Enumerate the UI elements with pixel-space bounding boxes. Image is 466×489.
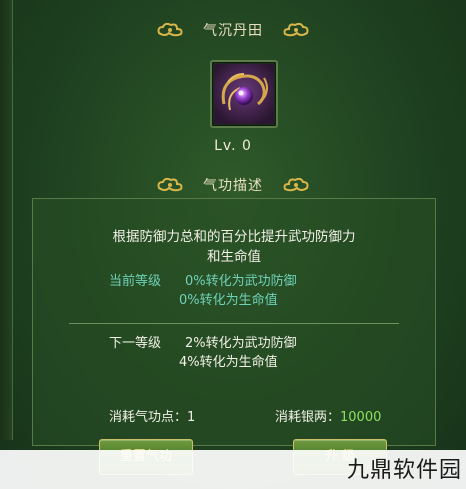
silver-cost-label: 消耗银两： [275, 410, 341, 425]
divider [69, 323, 399, 324]
qigong-cost-label: 消耗气功点： [109, 410, 188, 425]
description-text: 根据防御力总和的百分比提升武功防御力 和生命值 [33, 227, 435, 267]
watermark-text: 九鼎软件园 [346, 458, 462, 483]
cloud-ornament-icon [155, 21, 185, 39]
left-rail [0, 0, 13, 440]
description-title: 气功描述 [203, 178, 263, 194]
skill-title-header: 气沉丹田 [0, 15, 466, 45]
qigong-cost-value: 1 [187, 410, 196, 425]
cloud-ornament-icon [281, 21, 311, 39]
next-level-effect-2: 4%转化为生命值 [179, 355, 278, 370]
next-level-effect-1: 2%转化为武功防御 [185, 336, 297, 351]
watermark-banner: 九鼎软件园 [0, 450, 466, 489]
swirl-orb-icon [214, 64, 274, 124]
skill-panel: 气沉丹田 Lv. 0 气功描述 根据防御力总和的百分比提升武功防御力 和生命值 … [0, 0, 466, 489]
skill-name-title: 气沉丹田 [203, 23, 263, 39]
description-header: 气功描述 [0, 170, 466, 200]
current-level-effect-2: 0%转化为生命值 [179, 293, 278, 308]
skill-icon-slot[interactable] [210, 60, 278, 128]
cloud-ornament-icon [281, 176, 311, 194]
next-level-label: 下一等级 [109, 336, 162, 351]
silver-cost-value: 10000 [340, 410, 382, 425]
current-level-label: 当前等级 [109, 274, 162, 289]
qigong-cost: 消耗气功点：1 [109, 406, 195, 425]
description-line-1: 根据防御力总和的百分比提升武功防御力 [112, 229, 356, 245]
current-level-effect-1: 0%转化为武功防御 [185, 274, 297, 289]
description-line-2: 和生命值 [207, 249, 261, 265]
silver-cost: 消耗银两：10000 [275, 406, 381, 425]
cloud-ornament-icon [155, 176, 185, 194]
skill-level: Lv. 0 [214, 138, 252, 154]
description-box: 根据防御力总和的百分比提升武功防御力 和生命值 当前等级 0%转化为武功防御 0… [32, 198, 436, 475]
